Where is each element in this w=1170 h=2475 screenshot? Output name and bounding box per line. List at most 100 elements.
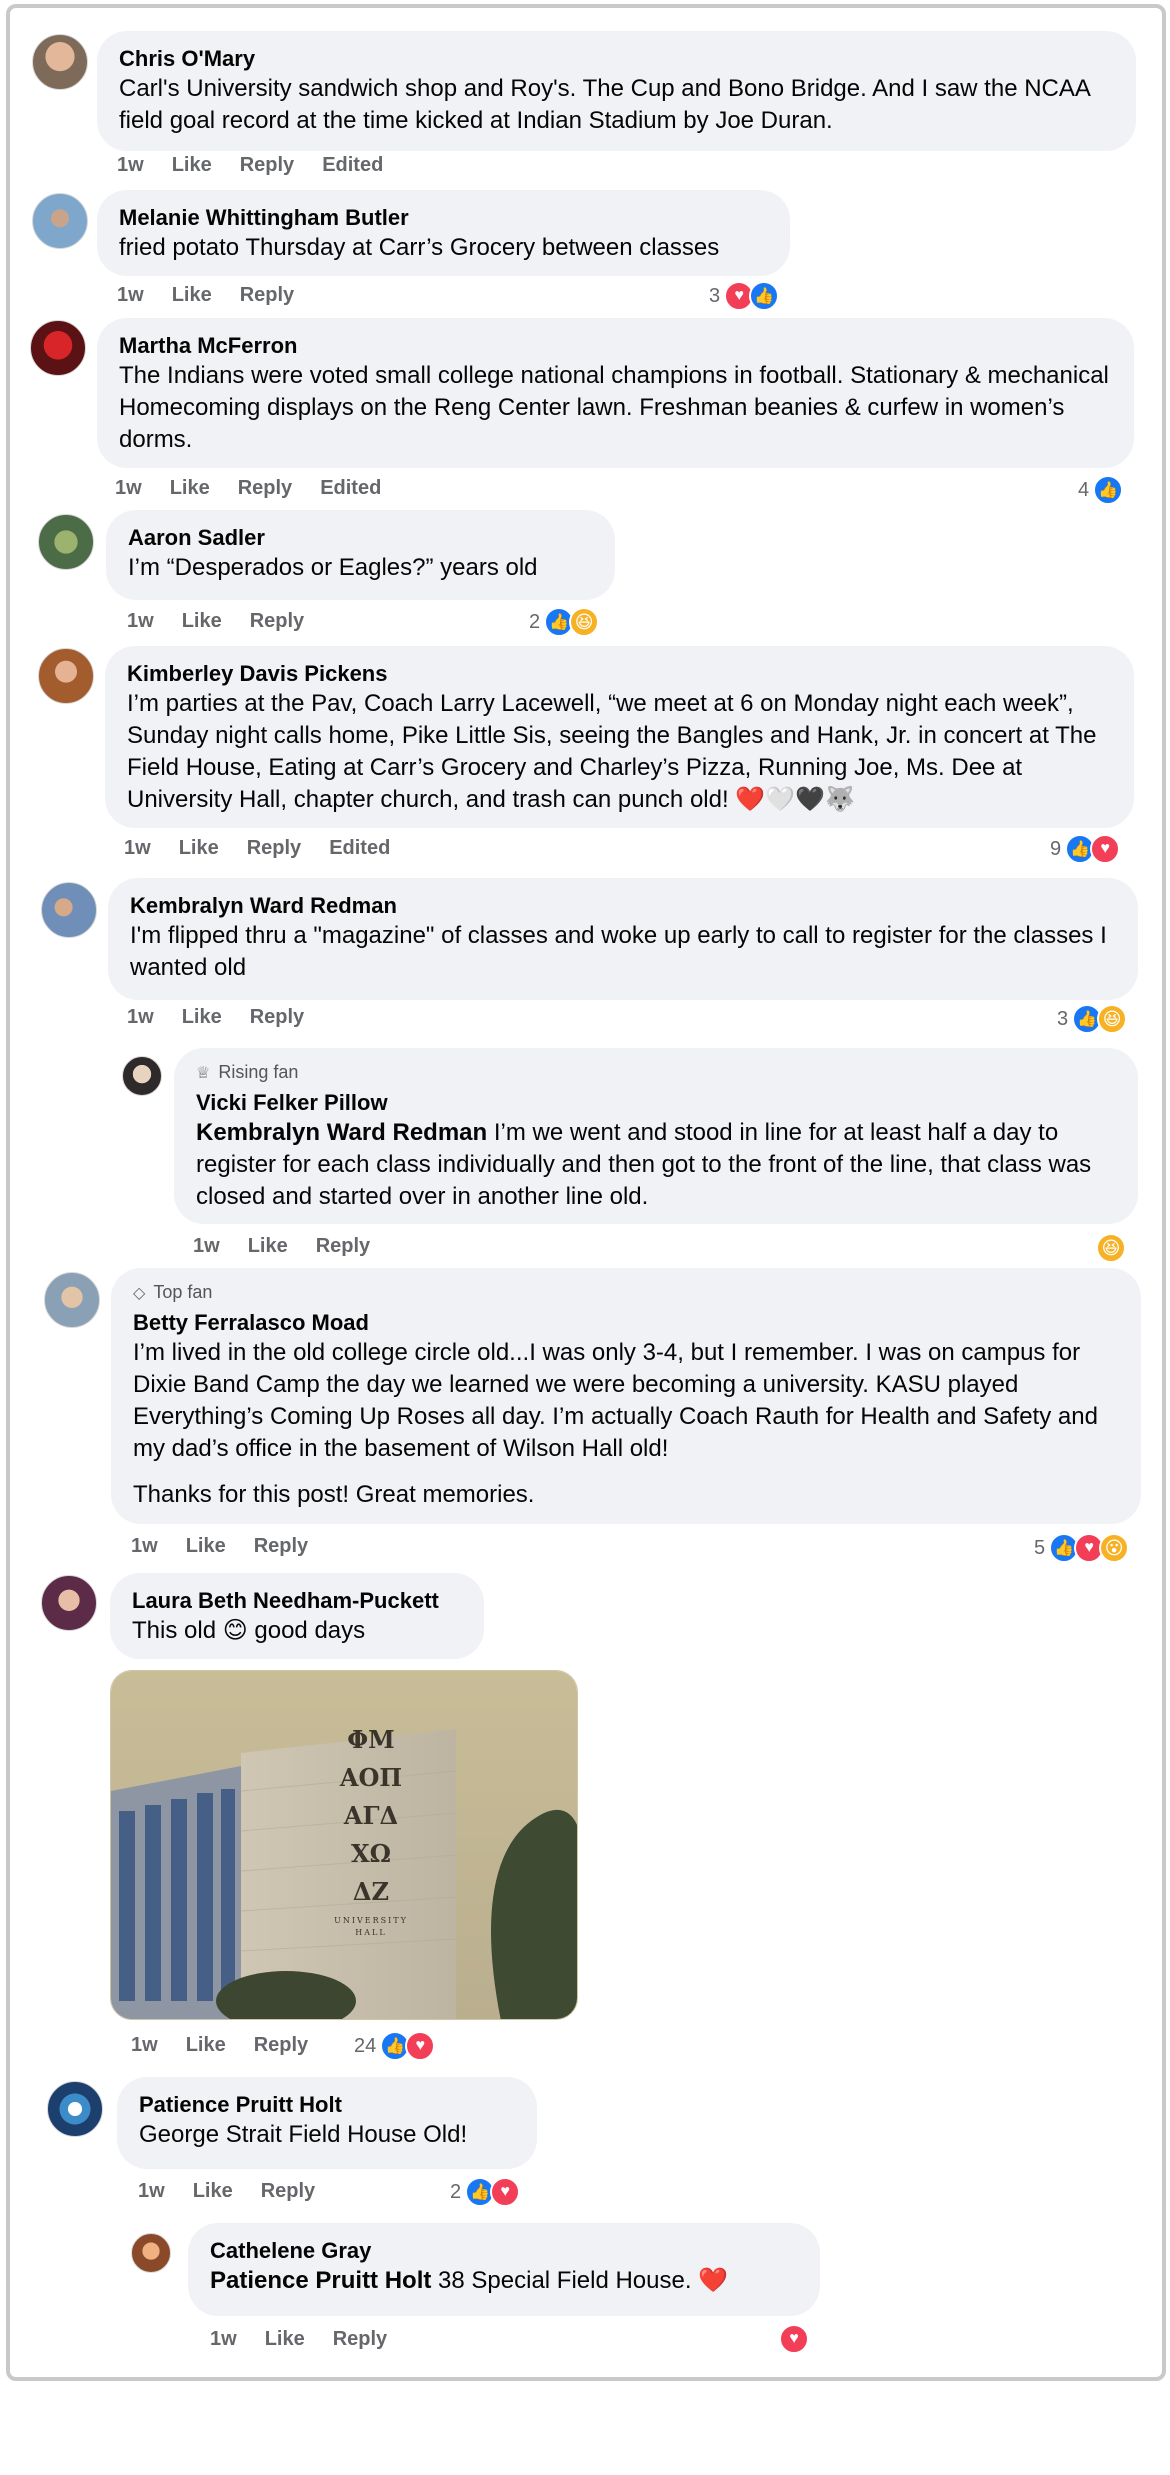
comment-actions: 1w Like Reply: [127, 610, 304, 633]
timestamp[interactable]: 1w: [115, 477, 142, 500]
timestamp[interactable]: 1w: [210, 2328, 237, 2351]
comment-actions: 1w Like Reply Edited: [117, 154, 383, 177]
photo-caption: UNIVERSITY HALL: [334, 1916, 408, 1937]
comment-bubble: Patience Pruitt Holt George Strait Field…: [117, 2077, 537, 2169]
comment-photo[interactable]: ΦΜ ΑΟΠ ΑΓΔ ΧΩ ΔΖ UNIVERSITY HALL: [110, 1670, 578, 2020]
reply-button[interactable]: Reply: [316, 1235, 370, 1258]
top-fan-icon: ◇: [133, 1284, 146, 1302]
like-button[interactable]: Like: [248, 1235, 288, 1258]
wow-reaction-icon: 😮: [1099, 1533, 1130, 1563]
like-button[interactable]: Like: [193, 2180, 233, 2203]
timestamp[interactable]: 1w: [117, 154, 144, 177]
like-button[interactable]: Like: [182, 610, 222, 633]
comment-author[interactable]: Chris O'Mary: [119, 45, 1114, 73]
timestamp[interactable]: 1w: [138, 2180, 165, 2203]
reaction-summary[interactable]: 2 👍 ♥: [450, 2177, 521, 2207]
comment-bubble: ◇ Top fan Betty Ferralasco Moad I’m live…: [111, 1268, 1141, 1524]
reaction-summary[interactable]: 9 👍 ♥: [1050, 834, 1121, 864]
timestamp[interactable]: 1w: [131, 2034, 158, 2057]
photo-letters-line: ΑΟΠ: [339, 1763, 403, 1792]
top-fan-badge: ◇ Top fan: [133, 1282, 213, 1302]
like-button[interactable]: Like: [182, 1006, 222, 1029]
reply-button[interactable]: Reply: [261, 2180, 315, 2203]
reaction-summary[interactable]: 3 👍 😆: [1057, 1004, 1128, 1034]
photo-letters-line: ΔΖ: [352, 1877, 390, 1906]
comment-bubble: Martha McFerron The Indians were voted s…: [97, 318, 1134, 468]
comment-author[interactable]: Kembralyn Ward Redman: [130, 892, 1116, 920]
comment-actions: 1w Like Reply: [210, 2328, 387, 2351]
reaction-summary[interactable]: 3 ♥ 👍: [709, 281, 780, 311]
mention-link[interactable]: Patience Pruitt Holt: [210, 2267, 431, 2294]
avatar[interactable]: [41, 1575, 97, 1631]
reaction-summary[interactable]: 24 👍 ♥: [354, 2031, 436, 2061]
reply-button[interactable]: Reply: [238, 477, 292, 500]
comment-author[interactable]: Laura Beth Needham-Puckett: [132, 1587, 462, 1615]
reaction-summary[interactable]: 4 👍: [1078, 475, 1124, 505]
reaction-summary[interactable]: 😆: [1096, 1233, 1126, 1263]
avatar[interactable]: [38, 514, 94, 570]
comment-text: Carl's University sandwich shop and Roy'…: [119, 75, 1090, 134]
avatar[interactable]: [131, 2233, 171, 2273]
comment-author[interactable]: Kimberley Davis Pickens: [127, 660, 1112, 688]
like-button[interactable]: Like: [186, 1535, 226, 1558]
photo-letters-line: ΑΓΔ: [343, 1801, 399, 1830]
avatar[interactable]: [32, 34, 88, 90]
comment-text: Kembralyn Ward Redman I’m we went and st…: [196, 1117, 1116, 1213]
like-button[interactable]: Like: [172, 284, 212, 307]
reaction-count: 2: [450, 2180, 462, 2203]
reaction-count: 2: [529, 610, 541, 633]
comment-author[interactable]: Melanie Whittingham Butler: [119, 204, 768, 232]
comment-actions: 1w Like Reply Edited: [124, 837, 390, 860]
like-button[interactable]: Like: [186, 2034, 226, 2057]
comment-actions: 1w Like Reply: [138, 2180, 315, 2203]
timestamp[interactable]: 1w: [117, 284, 144, 307]
timestamp[interactable]: 1w: [131, 1535, 158, 1558]
comment-author[interactable]: Patience Pruitt Holt: [139, 2091, 515, 2119]
reply-button[interactable]: Reply: [254, 1535, 308, 1558]
comment-body: 38 Special Field House. ❤️: [431, 2267, 729, 2294]
reaction-summary[interactable]: 5 👍 ♥ 😮: [1034, 1533, 1130, 1563]
reaction-summary[interactable]: ♥: [779, 2324, 809, 2354]
like-button[interactable]: Like: [179, 837, 219, 860]
like-button[interactable]: Like: [170, 477, 210, 500]
reply-button[interactable]: Reply: [250, 610, 304, 633]
avatar[interactable]: [38, 648, 94, 704]
timestamp[interactable]: 1w: [127, 610, 154, 633]
reply-button[interactable]: Reply: [333, 2328, 387, 2351]
like-button[interactable]: Like: [265, 2328, 305, 2351]
timestamp[interactable]: 1w: [193, 1235, 220, 1258]
timestamp[interactable]: 1w: [124, 837, 151, 860]
comment-author[interactable]: Vicki Felker Pillow: [196, 1089, 1116, 1117]
comment-text: I'm flipped thru a "magazine" of classes…: [130, 922, 1107, 981]
reply-button[interactable]: Reply: [250, 1006, 304, 1029]
comment-author[interactable]: Betty Ferralasco Moad: [133, 1309, 1119, 1337]
edited-label[interactable]: Edited: [322, 154, 383, 177]
timestamp[interactable]: 1w: [127, 1006, 154, 1029]
comment-author[interactable]: Aaron Sadler: [128, 524, 593, 552]
reply-button[interactable]: Reply: [240, 284, 294, 307]
reaction-summary[interactable]: 2 👍 😆: [529, 607, 600, 637]
avatar[interactable]: [32, 193, 88, 249]
comment-text: I’m parties at the Pav, Coach Larry Lace…: [127, 690, 1097, 813]
edited-label[interactable]: Edited: [320, 477, 381, 500]
avatar[interactable]: [44, 1272, 100, 1328]
mention-link[interactable]: Kembralyn Ward Redman: [196, 1119, 487, 1146]
like-button[interactable]: Like: [172, 154, 212, 177]
avatar[interactable]: [47, 2081, 103, 2137]
comment-actions: 1w Like Reply: [131, 2034, 308, 2057]
edited-label[interactable]: Edited: [329, 837, 390, 860]
reply-button[interactable]: Reply: [240, 154, 294, 177]
rising-fan-icon: ♕: [196, 1064, 211, 1082]
comment-bubble: Laura Beth Needham-Puckett This old 😊 go…: [110, 1573, 484, 1659]
comment-bubble: Kembralyn Ward Redman I'm flipped thru a…: [108, 878, 1138, 1000]
reply-button[interactable]: Reply: [254, 2034, 308, 2057]
comment-bubble: Kimberley Davis Pickens I’m parties at t…: [105, 646, 1134, 828]
comment-author[interactable]: Cathelene Gray: [210, 2237, 798, 2265]
avatar[interactable]: [122, 1056, 162, 1096]
avatar[interactable]: [41, 882, 97, 938]
comment-text: I’m lived in the old college circle old.…: [133, 1339, 1098, 1462]
reply-button[interactable]: Reply: [247, 837, 301, 860]
avatar[interactable]: [30, 320, 86, 376]
love-reaction-icon: ♥: [405, 2031, 436, 2061]
comment-author[interactable]: Martha McFerron: [119, 332, 1112, 360]
